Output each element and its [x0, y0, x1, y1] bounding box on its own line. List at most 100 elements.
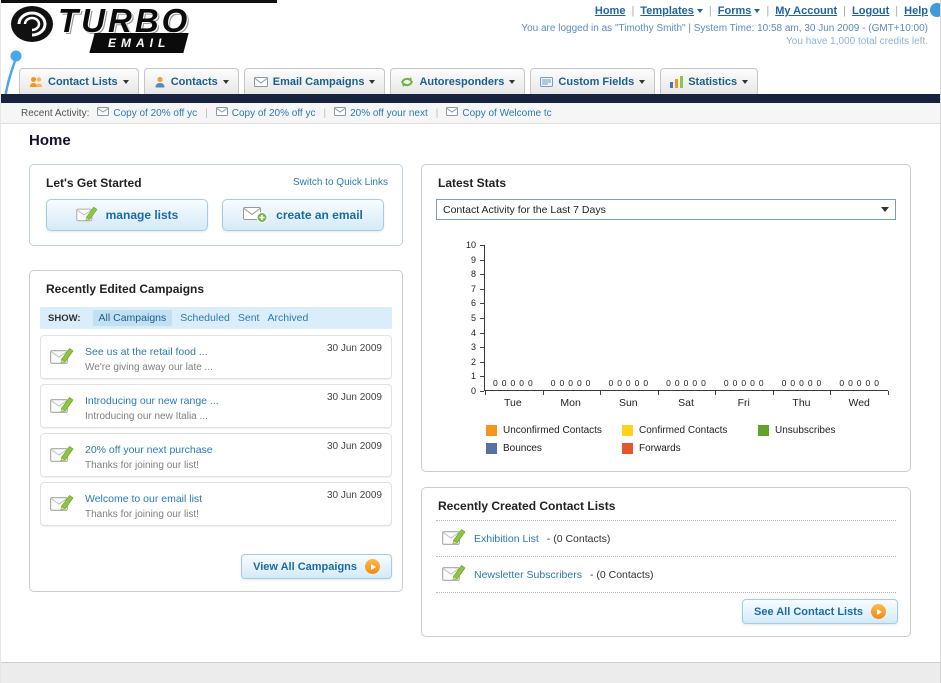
see-all-contact-lists-button[interactable]: See All Contact Lists [741, 599, 898, 624]
create-email-button[interactable]: create an email [222, 199, 384, 231]
campaign-edit-icon [50, 395, 74, 420]
autoresponders-icon [400, 76, 414, 88]
recent-activity-item[interactable]: Copy of 20% off yc [97, 107, 197, 119]
campaign-title-link[interactable]: Introducing our new range ... [85, 395, 219, 407]
y-axis-label: 10 [465, 240, 476, 250]
top-link-templates[interactable]: Templates [640, 5, 703, 17]
x-axis-tick [485, 391, 486, 395]
stats-period-select[interactable]: Contact Activity for the Last 7 Days [436, 199, 896, 220]
logo-swirl-icon [9, 4, 55, 53]
legend-item: Unsubscribes [757, 425, 894, 436]
campaign-title-link[interactable]: See us at the retail food ... [85, 346, 208, 358]
campaign-date: 30 Jun 2009 [326, 343, 382, 354]
link-separator: | [631, 5, 635, 17]
campaign-date: 30 Jun 2009 [326, 441, 382, 452]
get-started-panel: Let's Get Started Switch to Quick Links … [29, 164, 403, 246]
top-link-help[interactable]: Help [904, 5, 928, 17]
show-label: SHOW: [48, 312, 81, 324]
recent-activity-item[interactable]: 20% off your next [334, 107, 428, 119]
chart-x-labels: Tue Mon Sun Sat Fri Thu Wed [484, 397, 888, 409]
latest-stats-title: Latest Stats [438, 176, 507, 190]
tab-autoresponders[interactable]: Autoresponders [390, 68, 526, 94]
y-axis-label: 6 [470, 298, 476, 309]
login-info: You are logged in as "Timothy Smith" | S… [521, 23, 928, 34]
credits-info: You have 1,000 total credits left. [786, 36, 928, 47]
arrow-right-icon [365, 559, 380, 574]
activity-separator: | [323, 107, 327, 119]
y-axis-label: 5 [470, 313, 476, 323]
filter-all-campaigns[interactable]: All Campaigns [92, 310, 173, 326]
chevron-down-icon [222, 79, 229, 84]
chart-value-labels: 00000 [723, 378, 764, 388]
contact-list-item: Exhibition List - (0 Contacts) [436, 521, 896, 556]
tab-contact-lists[interactable]: Contact Lists [19, 68, 139, 94]
activity-items: Copy of 20% off yc | Copy of 20% off yc | 20… [97, 107, 552, 119]
y-axis-label: 4 [470, 327, 476, 338]
campaign-title-link[interactable]: 20% off your next purchase [85, 444, 213, 456]
envelope-icon [215, 107, 228, 119]
campaign-row[interactable]: See us at the retail food ... We're givi… [40, 335, 392, 379]
page: TURBO EMAIL Home | Templates | Forms | My Ac… [0, 0, 941, 683]
contact-list-link[interactable]: Exhibition List [474, 533, 539, 545]
tab-custom-fields[interactable]: Custom Fields [530, 68, 656, 94]
contact-list-count: - (0 Contacts) [546, 532, 611, 545]
chart-y-axis: 10 9 8 7 6 5 4 3 2 1 0 [436, 233, 484, 419]
filter-archived[interactable]: Archived [267, 312, 308, 324]
recent-activity-item[interactable]: Copy of 20% off yc [215, 107, 315, 119]
help-bubble-icon[interactable] [930, 3, 940, 17]
x-axis-tick [542, 391, 544, 395]
x-axis-label: Sun [618, 397, 638, 409]
top-link-my-account[interactable]: My Account [775, 5, 837, 17]
dotted-divider [436, 592, 896, 593]
x-axis-tick [657, 391, 659, 395]
chart-legend: Unconfirmed Contacts Confirmed Contacts Un… [486, 425, 894, 461]
contact-activity-chart: 10 9 8 7 6 5 4 3 2 1 0 000000000000000000000000000… [436, 233, 898, 419]
chevron-down-icon [696, 9, 703, 13]
campaign-filters: All Campaigns Scheduled Sent Archived [92, 310, 308, 326]
switch-quick-links[interactable]: Switch to Quick Links [293, 177, 388, 188]
view-all-campaigns-button[interactable]: View All Campaigns [241, 554, 392, 579]
envelope-icon [446, 107, 459, 119]
filter-scheduled[interactable]: Scheduled [180, 312, 230, 324]
x-axis-tick [888, 391, 889, 395]
campaign-title-link[interactable]: Welcome to our email list [85, 493, 202, 505]
contact-list-item: Newsletter Subscribers - (0 Contacts) [436, 557, 896, 592]
x-axis-label: Fri [737, 397, 750, 409]
campaign-subtitle: Thanks for joining our list! [85, 460, 199, 471]
contact-list-items: Exhibition List - (0 Contacts) Newslette… [436, 520, 896, 593]
recent-campaigns-panel: Recently Edited Campaigns SHOW: All Camp… [29, 270, 403, 592]
tab-statistics[interactable]: Statistics [660, 68, 759, 94]
tab-contacts[interactable]: Contacts [143, 68, 239, 94]
pencil-icon [75, 205, 98, 226]
campaign-row[interactable]: 20% off your next purchase Thanks for jo… [40, 433, 392, 477]
app-logo[interactable]: TURBO EMAIL [9, 4, 190, 53]
chevron-down-icon [754, 9, 761, 13]
top-link-home[interactable]: Home [595, 5, 626, 17]
x-axis-label: Thu [792, 397, 811, 409]
campaign-filter-bar: SHOW: All Campaigns Scheduled Sent Archived [40, 307, 392, 329]
page-title: Home [29, 132, 71, 149]
link-separator: | [708, 5, 712, 17]
legend-swatch [621, 425, 633, 436]
x-axis-tick [772, 391, 774, 395]
campaign-row[interactable]: Introducing our new range ... Introducin… [40, 384, 392, 428]
top-link-logout[interactable]: Logout [852, 5, 889, 17]
link-separator: | [843, 5, 847, 17]
link-separator: | [766, 5, 770, 17]
campaign-rows: See us at the retail food ... We're givi… [40, 335, 392, 526]
chevron-down-icon [742, 79, 749, 84]
legend-item: Unconfirmed Contacts [486, 425, 622, 436]
filter-sent[interactable]: Sent [238, 312, 260, 324]
top-links: Home | Templates | Forms | My Account | Logout… [595, 5, 928, 17]
recent-activity-item[interactable]: Copy of Welcome tc [446, 107, 552, 119]
legend-item: Bounces [486, 443, 622, 454]
manage-lists-button[interactable]: manage lists [46, 199, 208, 231]
custom-fields-icon [540, 76, 554, 88]
y-axis-label: 1 [470, 371, 476, 382]
y-axis-label: 9 [470, 254, 476, 265]
campaign-row[interactable]: Welcome to our email list Thanks for joi… [40, 482, 392, 526]
tab-email-campaigns[interactable]: Email Campaigns [243, 68, 386, 94]
contact-list-link[interactable]: Newsletter Subscribers [474, 569, 582, 581]
chart-plot [484, 245, 889, 395]
top-link-forms[interactable]: Forms [718, 5, 761, 17]
